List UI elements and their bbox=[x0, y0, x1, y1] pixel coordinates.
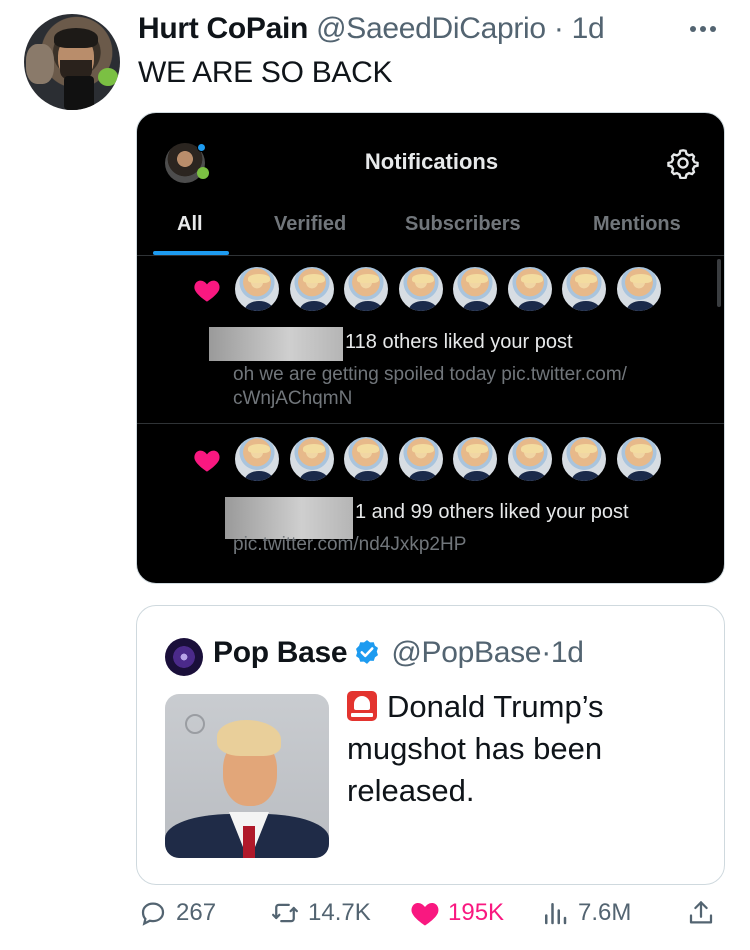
tab-verified: Verified bbox=[274, 213, 347, 235]
author-avatar[interactable] bbox=[24, 14, 120, 110]
avatar bbox=[451, 265, 499, 313]
quoted-author-handle[interactable]: @PopBase bbox=[391, 636, 541, 669]
mugshot-image[interactable] bbox=[165, 694, 329, 858]
views-button[interactable]: 7.6M bbox=[540, 898, 631, 928]
gear-icon bbox=[667, 149, 699, 179]
views-count: 7.6M bbox=[578, 899, 632, 926]
avatar bbox=[233, 435, 281, 483]
avatar bbox=[505, 265, 554, 313]
heart-icon bbox=[194, 280, 220, 302]
like-button[interactable]: 195K bbox=[410, 898, 504, 928]
tab-all: All bbox=[177, 213, 203, 235]
avatar bbox=[560, 435, 608, 483]
more-options-icon[interactable] bbox=[690, 22, 722, 36]
notification-text: 1 and 99 others liked your post bbox=[355, 501, 629, 523]
separator-dot: · bbox=[553, 12, 564, 45]
heart-icon bbox=[411, 903, 439, 926]
notification-text: 118 others liked your post bbox=[345, 331, 573, 353]
quoted-timestamp[interactable]: 1d bbox=[551, 636, 584, 669]
avatar bbox=[342, 435, 390, 483]
avatar bbox=[233, 265, 281, 313]
notification-post-preview: pic.twitter.com/nd4Jxkp2HP bbox=[233, 534, 467, 555]
quoted-text: Donald Trump’s mugshot has been released… bbox=[347, 689, 604, 808]
avatar bbox=[560, 265, 608, 313]
tweet-text: WE ARE SO BACK bbox=[138, 56, 393, 89]
quoted-author-avatar[interactable] bbox=[165, 638, 203, 676]
quoted-tweet[interactable]: Pop Base @PopBase·1d Donald Trump’s mugs… bbox=[136, 605, 725, 885]
quoted-tweet-text: Donald Trump’s mugshot has been released… bbox=[347, 686, 707, 812]
attached-screenshot[interactable]: Notifications All Verified Subscribers M… bbox=[136, 112, 725, 584]
siren-emoji-icon bbox=[347, 691, 377, 721]
notification-item: 1 and 99 others liked your post pic.twit… bbox=[137, 433, 724, 573]
like-count: 195K bbox=[448, 899, 505, 926]
author-line: Hurt CoPain @SaeedDiCaprio · 1d bbox=[138, 12, 605, 46]
author-handle[interactable]: @SaeedDiCaprio bbox=[316, 12, 546, 45]
avatar bbox=[287, 435, 336, 483]
divider bbox=[137, 423, 724, 424]
avatar bbox=[396, 265, 445, 313]
share-icon bbox=[689, 901, 713, 924]
quoted-author-name[interactable]: Pop Base bbox=[213, 636, 348, 669]
retweet-count: 14.7K bbox=[308, 899, 371, 926]
avatar bbox=[287, 265, 336, 313]
avatar bbox=[396, 435, 445, 483]
tab-subscribers: Subscribers bbox=[405, 213, 521, 235]
divider bbox=[137, 255, 724, 256]
tab-mentions: Mentions bbox=[593, 213, 681, 235]
reply-icon bbox=[141, 902, 165, 926]
avatar bbox=[505, 435, 554, 483]
reply-count: 267 bbox=[176, 899, 217, 926]
notifications-title: Notifications bbox=[364, 149, 499, 174]
notification-post-preview: oh we are getting spoiled today pic.twit… bbox=[233, 364, 627, 409]
retweet-icon bbox=[272, 903, 298, 923]
avatar bbox=[342, 265, 390, 313]
avatar bbox=[614, 265, 663, 313]
tweet-timestamp[interactable]: 1d bbox=[572, 12, 605, 45]
avatar bbox=[451, 435, 499, 483]
retweet-button[interactable]: 14.7K bbox=[270, 898, 371, 928]
liker-avatars bbox=[233, 435, 669, 483]
notification-tabs: All Verified Subscribers Mentions bbox=[137, 209, 724, 253]
author-name[interactable]: Hurt CoPain bbox=[138, 12, 308, 45]
share-button[interactable] bbox=[686, 898, 716, 928]
avatar bbox=[614, 435, 663, 483]
tweet-actions: 267 14.7K 195K 7.6M bbox=[0, 898, 750, 942]
heart-icon bbox=[194, 450, 220, 472]
quoted-author-line: Pop Base @PopBase·1d bbox=[213, 636, 584, 670]
notification-item: 118 others liked your post oh we are get… bbox=[137, 263, 724, 423]
reply-button[interactable]: 267 bbox=[138, 898, 216, 928]
separator-dot: · bbox=[541, 636, 551, 669]
verified-badge-icon bbox=[356, 640, 379, 664]
liker-avatars bbox=[233, 265, 669, 313]
redacted-name bbox=[209, 327, 343, 361]
views-chart-icon bbox=[545, 903, 567, 925]
